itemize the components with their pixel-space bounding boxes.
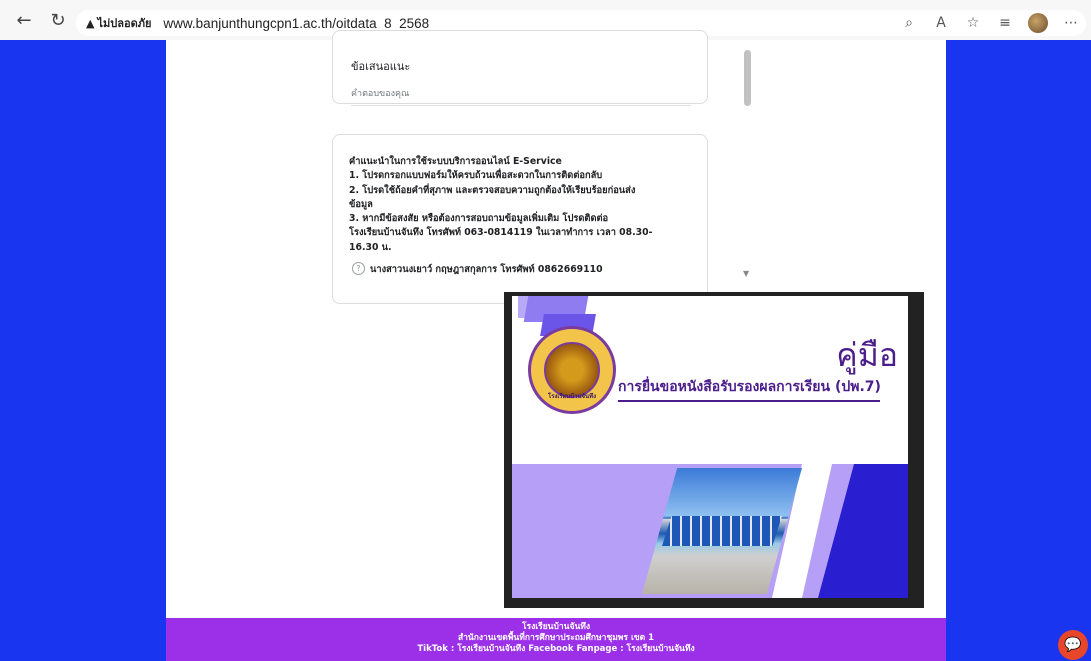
answer-input[interactable]: คำตอบของคุณ: [351, 86, 691, 106]
site-footer: โรงเรียนบ้านจันทึง สำนักงานเขตพื้นที่การ…: [166, 618, 946, 661]
subtitle-underline: [618, 400, 880, 402]
manual-cover: โรงเรียนบ้านจันทึง คู่มือ การยื่นขอหนังส…: [512, 296, 908, 598]
instruction-line: 1. โปรดกรอกแบบฟอร์มให้ครบถ้วนเพื่อสะดวกใ…: [349, 170, 603, 182]
content-column: ข้อเสนอแนะ คำตอบของคุณ คำแนะนำในการใช้ระ…: [166, 30, 946, 661]
form-scrollbar-thumb[interactable]: [744, 50, 751, 106]
zoom-icon[interactable]: ⌕: [900, 15, 918, 31]
instruction-line: ข้อมูล: [349, 198, 373, 210]
footer-social[interactable]: TikTok : โรงเรียนบ้านจันทึง Facebook Fan…: [166, 644, 946, 655]
instruction-line: 3. หากมีข้อสงสัย หรือต้องการสอบถามข้อมูล…: [349, 213, 609, 225]
url-text[interactable]: www.banjunthungcpn1.ac.th/oitdata_8_2568: [163, 16, 429, 31]
scroll-down-arrow-icon[interactable]: ▼: [743, 269, 749, 278]
more-menu-icon[interactable]: ⋯: [1062, 15, 1080, 31]
security-warning-label: ไม่ปลอดภัย: [97, 17, 152, 30]
footer-office: สำนักงานเขตพื้นที่การศึกษาประถมศึกษาชุมพ…: [457, 633, 655, 643]
school-seal-logo: โรงเรียนบ้านจันทึง: [528, 326, 616, 414]
refresh-icon[interactable]: ↻: [46, 8, 70, 32]
school-building: [662, 516, 782, 546]
warning-icon: ▲: [86, 16, 95, 30]
instruction-line: โรงเรียนบ้านจันทึง โทรศัพท์ 063-0814119 …: [349, 227, 653, 239]
help-icon[interactable]: ?: [352, 262, 365, 275]
manual-subtitle: การยื่นขอหนังสือรับรองผลการเรียน (ปพ.7): [618, 379, 881, 395]
contact-line: นางสาวนงเยาว์ กฤษฎาสกุลการ โทรศัพท์ 0862…: [370, 264, 603, 275]
security-warning[interactable]: ▲ ไม่ปลอดภัย: [86, 14, 151, 32]
instructions-card: คำแนะนำในการใช้ระบบบริการออนไลน์ E-Servi…: [332, 134, 708, 304]
back-arrow-icon[interactable]: ←: [12, 8, 36, 32]
instruction-line: 2. โปรดใช้ถ้อยคำที่สุภาพ และตรวจสอบความถ…: [349, 184, 636, 196]
instructions-text: คำแนะนำในการใช้ระบบบริการออนไลน์ E-Servi…: [349, 155, 699, 255]
read-aloud-icon[interactable]: A: [932, 15, 950, 31]
question-title: ข้อเสนอแนะ: [351, 60, 411, 73]
seal-text: โรงเรียนบ้านจันทึง: [547, 393, 597, 400]
manual-image: โรงเรียนบ้านจันทึง คู่มือ การยื่นขอหนังส…: [504, 292, 924, 608]
footer-school-name: โรงเรียนบ้านจันทึง: [521, 622, 591, 632]
favorites-list-icon[interactable]: ≡: [996, 15, 1014, 31]
profile-avatar[interactable]: [1028, 13, 1048, 33]
toolbar-icons: ⌕ A ☆ ≡ ⋯: [900, 10, 1086, 36]
seal-emblem: [544, 342, 600, 398]
instruction-line: 16.30 น.: [349, 241, 392, 253]
favorite-star-icon[interactable]: ☆: [964, 15, 982, 31]
instruction-line: คำแนะนำในการใช้ระบบบริการออนไลน์ E-Servi…: [349, 156, 562, 167]
manual-title: คู่มือ: [836, 336, 898, 374]
page-background: ข้อเสนอแนะ คำตอบของคุณ คำแนะนำในการใช้ระ…: [0, 30, 1091, 661]
chat-bubble-icon[interactable]: 💬: [1058, 630, 1088, 660]
feedback-question-card: ข้อเสนอแนะ คำตอบของคุณ: [332, 30, 708, 106]
